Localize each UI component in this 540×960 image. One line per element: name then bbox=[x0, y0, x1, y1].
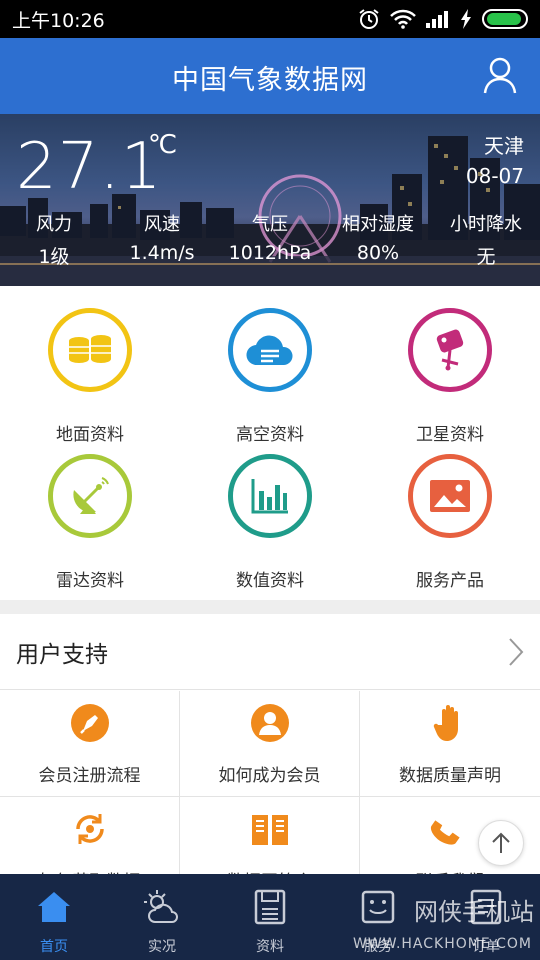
category-satellite-data[interactable]: 卫星资料 bbox=[360, 308, 540, 445]
stat-label: 相对湿度 bbox=[342, 214, 414, 235]
back-to-top-button[interactable] bbox=[478, 820, 524, 866]
weather-icon bbox=[144, 890, 178, 923]
status-time: 上午10:26 bbox=[12, 9, 105, 32]
signal-icon bbox=[426, 11, 448, 28]
tab-label: 资料 bbox=[256, 939, 284, 955]
cloud-icon bbox=[228, 308, 312, 392]
user-support-header[interactable]: 用户支持 bbox=[0, 614, 540, 690]
weather-stats: 风力 1级 风速 1.4m/s 气压 1012hPa 相对湿度 80% 小时降水无 bbox=[0, 210, 540, 269]
support-item-label: 如何成为会员 bbox=[218, 766, 321, 786]
stat-value: 1.4m/s bbox=[129, 242, 195, 264]
section-title: 用户支持 bbox=[16, 641, 108, 668]
category-upper-air-data[interactable]: 高空资料 bbox=[180, 308, 360, 445]
section-divider bbox=[0, 600, 540, 614]
tab-label: 首页 bbox=[40, 939, 68, 955]
stat-value: 1级 bbox=[38, 246, 70, 268]
city-name[interactable]: 天津 bbox=[484, 130, 524, 159]
app-header: 中国气象数据网 bbox=[0, 38, 540, 114]
stat-label: 气压 bbox=[252, 214, 288, 235]
stat-wind-speed: 风速 1.4m/s bbox=[108, 210, 216, 269]
support-item-become-member[interactable]: 如何成为会员 bbox=[180, 691, 360, 797]
stat-value: 无 bbox=[476, 246, 496, 268]
stat-humidity: 相对湿度 80% bbox=[324, 210, 432, 269]
hand-icon bbox=[433, 705, 458, 741]
user-profile-icon[interactable] bbox=[482, 56, 518, 94]
weather-banner: 27.1 ℃ 天津 08-07 风力 1级 风速 1.4m/s 气压 1012hPa … bbox=[0, 114, 540, 286]
chevron-right-icon bbox=[509, 637, 524, 666]
status-bar: 上午10:26 bbox=[0, 0, 540, 38]
stat-label: 风速 bbox=[144, 214, 180, 235]
category-label: 地面资料 bbox=[56, 425, 124, 445]
tab-live[interactable]: 实况 bbox=[108, 874, 216, 960]
support-item-label: 会员注册流程 bbox=[38, 766, 141, 786]
alarm-icon bbox=[359, 9, 379, 29]
user-support-section: 用户支持 会员注册流程 如何成为会员 数据质量声明 如何获取数据 数据网简介 联… bbox=[0, 614, 540, 903]
stat-pressure: 气压 1012hPa bbox=[216, 210, 324, 269]
category-surface-data[interactable]: 地面资料 bbox=[0, 308, 180, 445]
support-item-quality-statement[interactable]: 数据质量声明 bbox=[360, 691, 540, 797]
category-radar-data[interactable]: 雷达资料 bbox=[0, 454, 180, 591]
phone-icon bbox=[430, 820, 460, 845]
user-icon bbox=[250, 704, 289, 742]
home-icon bbox=[38, 892, 70, 922]
wifi-icon bbox=[390, 9, 416, 29]
temperature-value: 27.1 bbox=[16, 130, 163, 204]
stat-wind-level: 风力 1级 bbox=[0, 210, 108, 269]
stat-label: 风力 bbox=[36, 214, 72, 235]
category-numerical-data[interactable]: 数值资料 bbox=[180, 454, 360, 591]
category-label: 数值资料 bbox=[236, 571, 304, 591]
database-icon bbox=[48, 308, 132, 392]
watermark-url: WWW.HACKHOME.COM bbox=[353, 936, 532, 952]
category-label: 雷达资料 bbox=[56, 571, 124, 591]
refresh-icon bbox=[75, 814, 104, 844]
arrow-up-icon bbox=[492, 832, 510, 853]
tab-label: 实况 bbox=[148, 939, 176, 955]
page-title: 中国气象数据网 bbox=[172, 65, 368, 96]
category-label: 卫星资料 bbox=[416, 425, 484, 445]
watermark-brand: 网侠手机站 bbox=[414, 899, 534, 926]
weather-date: 08-07 bbox=[465, 164, 524, 188]
temperature-unit: ℃ bbox=[148, 130, 178, 160]
book-icon bbox=[251, 815, 288, 845]
category-service-products[interactable]: 服务产品 bbox=[360, 454, 540, 591]
tab-data[interactable]: 资料 bbox=[216, 874, 324, 960]
battery-icon bbox=[482, 9, 528, 29]
image-icon bbox=[408, 454, 492, 538]
stat-value: 1012hPa bbox=[228, 242, 312, 264]
radar-dish-icon bbox=[48, 454, 132, 538]
bar-chart-icon bbox=[228, 454, 312, 538]
pen-icon bbox=[70, 704, 109, 742]
category-label: 高空资料 bbox=[236, 425, 304, 445]
satellite-icon bbox=[408, 308, 492, 392]
stat-precipitation: 小时降水无 bbox=[432, 210, 540, 269]
category-label: 服务产品 bbox=[416, 571, 484, 591]
stat-value: 80% bbox=[356, 242, 400, 264]
support-item-registration[interactable]: 会员注册流程 bbox=[0, 691, 180, 797]
stat-label: 小时降水 bbox=[450, 214, 522, 235]
tab-home[interactable]: 首页 bbox=[0, 874, 108, 960]
service-icon bbox=[361, 890, 395, 924]
charging-icon bbox=[461, 9, 471, 29]
save-icon bbox=[254, 889, 286, 925]
data-category-grid: 地面资料 高空资料 卫星资料 雷达资料 数值资料 服务产品 bbox=[0, 286, 540, 600]
support-item-label: 数据质量声明 bbox=[399, 766, 501, 786]
